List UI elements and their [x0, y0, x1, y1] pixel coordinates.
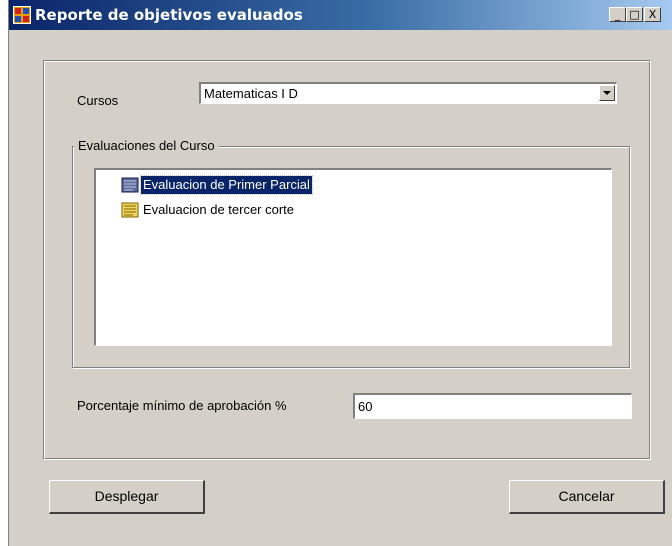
- desplegar-button[interactable]: Desplegar: [49, 480, 205, 514]
- minimize-button[interactable]: _: [609, 7, 626, 22]
- title-bar[interactable]: Reporte de objetivos evaluados _ □ X: [9, 0, 672, 30]
- document-icon: [121, 177, 139, 193]
- tree-item-label: Evaluacion de Primer Parcial: [140, 175, 313, 195]
- cursos-selected-value: Matematicas I D: [204, 86, 298, 101]
- tree-item-label: Evaluacion de tercer corte: [143, 202, 295, 217]
- close-button[interactable]: X: [644, 7, 661, 22]
- cursos-dropdown-button[interactable]: [599, 85, 615, 101]
- cancelar-button[interactable]: Cancelar: [509, 480, 665, 514]
- aprobacion-label: Porcentaje mínimo de aprobación %: [77, 398, 287, 413]
- cursos-combobox[interactable]: Matematicas I D: [199, 82, 617, 104]
- aprobacion-input[interactable]: 60: [353, 393, 632, 419]
- document-icon: [121, 202, 139, 218]
- cursos-label: Cursos: [77, 93, 119, 108]
- maximize-icon: □: [629, 8, 640, 21]
- window-title: Reporte de objetivos evaluados: [35, 6, 303, 24]
- evaluaciones-treeview[interactable]: Evaluacion de Primer Parcial Evaluacion …: [94, 168, 612, 346]
- minimize-icon: _: [614, 8, 621, 21]
- close-icon: X: [648, 8, 657, 21]
- chevron-down-icon: [603, 91, 611, 95]
- maximize-button[interactable]: □: [626, 7, 643, 22]
- app-icon: [13, 6, 31, 24]
- evaluaciones-group-title: Evaluaciones del Curso: [74, 138, 219, 153]
